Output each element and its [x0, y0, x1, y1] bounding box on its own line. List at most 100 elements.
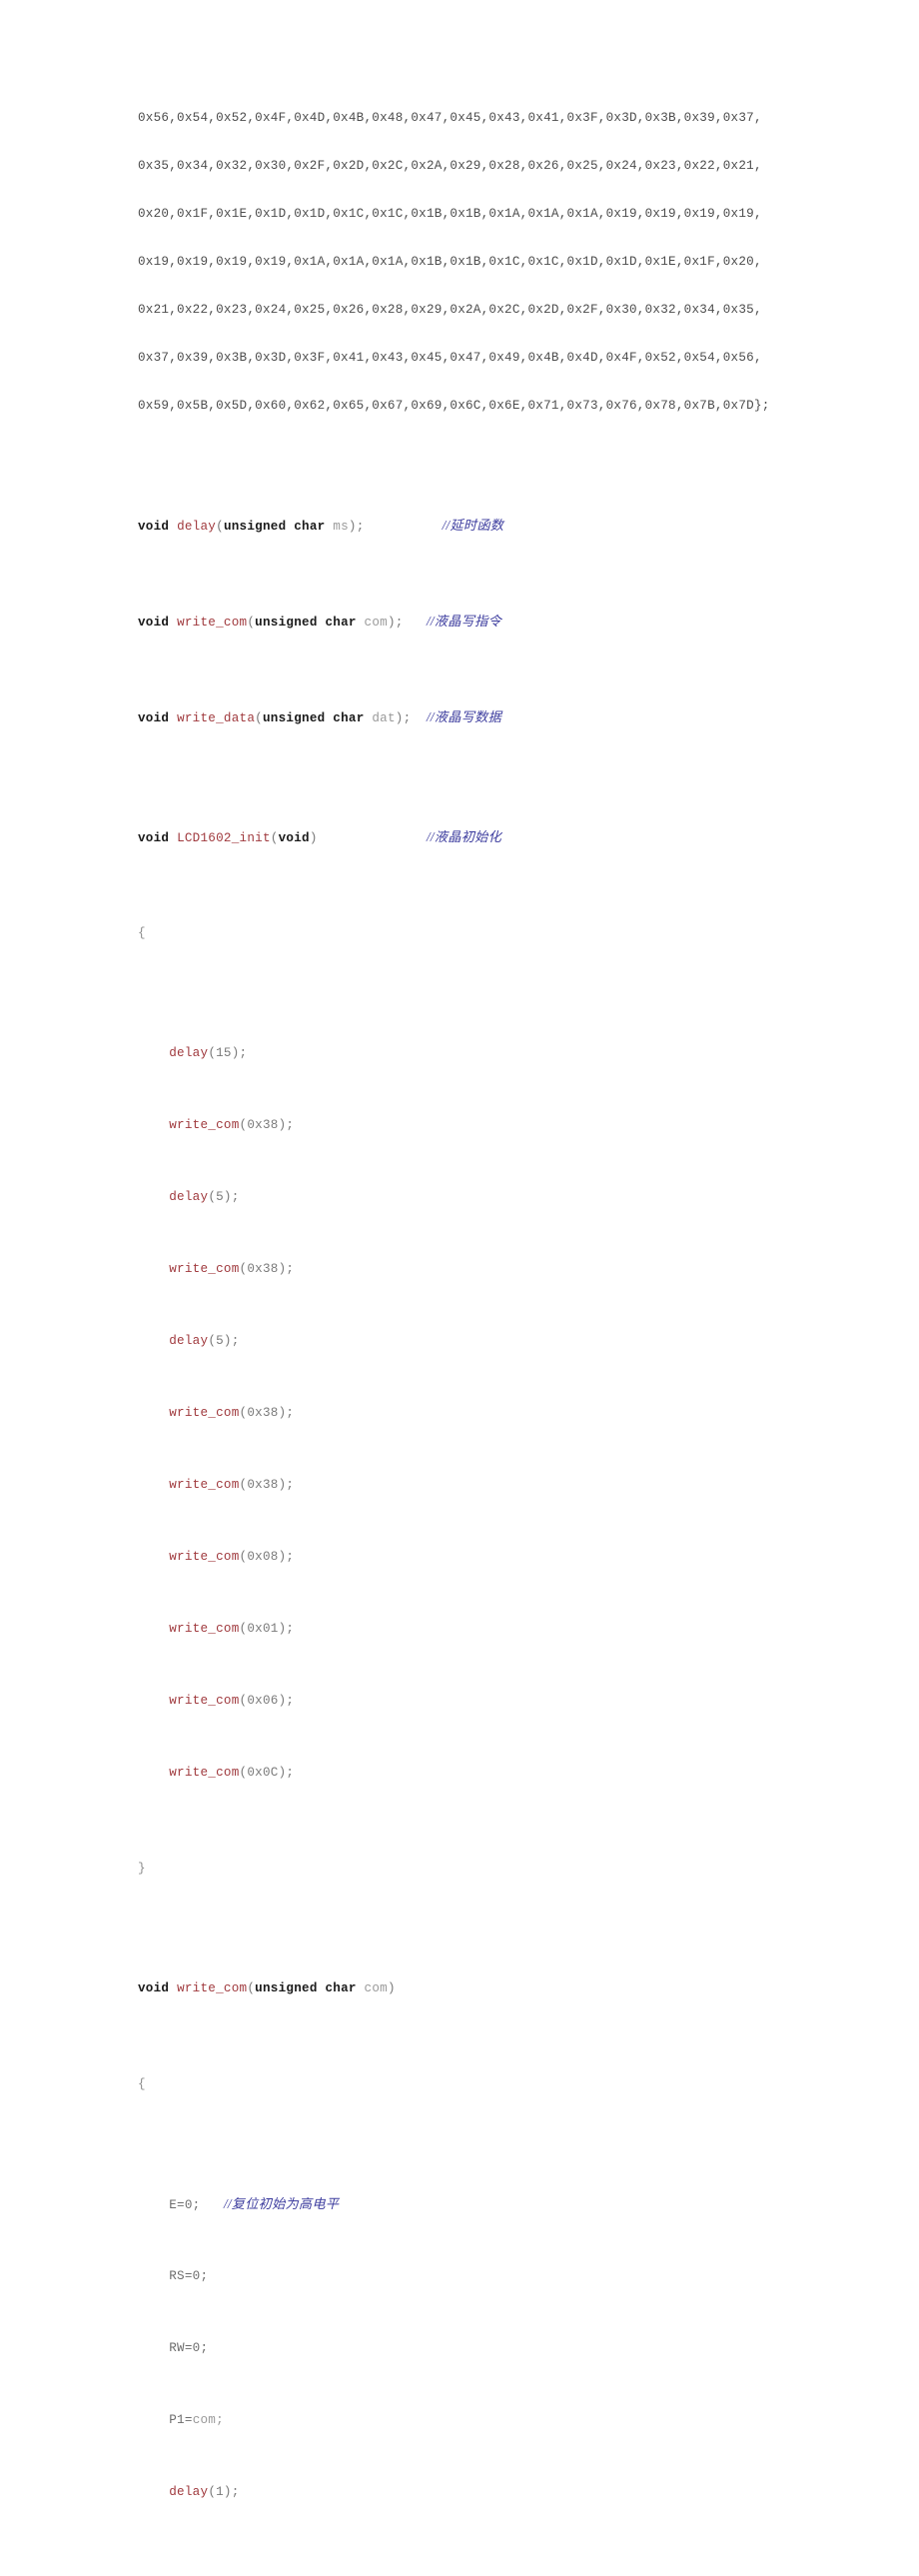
code-line-assignment: RW=0; [138, 2336, 785, 2360]
code-line-statement: write_com(0x0C); [138, 1761, 785, 1785]
code-line-close-brace: } [138, 1857, 785, 1881]
paren-close: ) [387, 1981, 396, 1995]
code-line-prototype: void delay(unsigned char ms); //延时函数 [138, 514, 785, 538]
code-line-statement: write_com(0x08); [138, 1545, 785, 1569]
function-name: write_com [177, 1981, 248, 1995]
paren-close: ) [309, 831, 318, 845]
paren-open: ( [270, 831, 279, 845]
type-unsigned-char: unsigned char [262, 711, 365, 725]
assignment-value: com; [192, 2413, 224, 2427]
statement-tail: ); [348, 520, 365, 534]
function-call-name: write_com [169, 1550, 240, 1564]
type-unsigned-char: unsigned char [255, 1981, 357, 1995]
code-line-statement: write_com(0x38); [138, 1113, 785, 1137]
statement-tail: ); [395, 711, 412, 725]
function-call-name: write_com [169, 1766, 240, 1780]
document-content: 0x56,0x54,0x52,0x4F,0x4D,0x4B,0x48,0x47,… [138, 106, 785, 2576]
parameter-name: dat [372, 711, 396, 725]
hex-data-paragraph: 0x37,0x39,0x3B,0x3D,0x3F,0x41,0x43,0x45,… [138, 351, 762, 365]
parameter-name: ms [333, 520, 349, 534]
code-line-assignment: P1=com; [138, 2408, 785, 2432]
open-brace: { [138, 2077, 146, 2091]
inline-comment: //延时函数 [442, 518, 504, 533]
code-line-statement: write_com(0x38); [138, 1473, 785, 1497]
keyword-void: void [138, 616, 170, 630]
code-line-statement: delay(5); [138, 1329, 785, 1353]
call-arguments: (0x0C); [239, 1766, 295, 1780]
code-line-function-signature: void LCD1602_init(void) //液晶初始化 [138, 825, 785, 849]
code-line-assignment: E=0; //复位初始为高电平 [138, 2192, 785, 2216]
function-call-name: write_com [169, 1622, 240, 1636]
code-line-prototype: void write_com(unsigned char com); //液晶写… [138, 610, 785, 634]
keyword-void: void [138, 1981, 170, 1995]
inline-comment: //液晶写指令 [427, 614, 502, 629]
call-arguments: (5); [208, 1334, 240, 1348]
type-unsigned-char: unsigned char [255, 616, 357, 630]
code-line-assignment: RS=0; [138, 2264, 785, 2288]
function-call-name: write_com [169, 1118, 240, 1132]
inline-comment: //液晶初始化 [427, 829, 502, 844]
inline-comment: //液晶写数据 [427, 709, 502, 724]
call-arguments: (5); [208, 1190, 240, 1204]
function-name: write_com [177, 616, 248, 630]
alignment-padding [201, 2198, 224, 2212]
call-arguments: (0x06); [239, 1694, 295, 1708]
function-call-name: delay [169, 2485, 209, 2499]
keyword-void-param: void [278, 831, 310, 845]
function-call-name: delay [169, 1334, 209, 1348]
function-call-name: write_com [169, 1478, 240, 1492]
code-line-statement: write_com(0x38); [138, 1257, 785, 1281]
type-unsigned-char: unsigned char [223, 520, 326, 534]
assignment-expression: RW=0; [169, 2341, 209, 2355]
call-arguments: (15); [208, 1046, 248, 1060]
keyword-void: void [138, 831, 170, 845]
code-block: void delay(unsigned char ms); //延时函数 voi… [138, 418, 785, 2576]
code-line-function-signature: void write_com(unsigned char com) [138, 1976, 785, 2000]
code-line-statement: write_com(0x06); [138, 1689, 785, 1713]
hex-data-paragraph: 0x59,0x5B,0x5D,0x60,0x62,0x65,0x67,0x69,… [138, 399, 770, 413]
document-page: 0x56,0x54,0x52,0x4F,0x4D,0x4B,0x48,0x47,… [0, 0, 919, 2499]
close-brace: } [138, 1862, 146, 1876]
hex-data-paragraph: 0x56,0x54,0x52,0x4F,0x4D,0x4B,0x48,0x47,… [138, 111, 762, 125]
open-brace: { [138, 926, 146, 940]
assignment-target: P1= [169, 2413, 193, 2427]
call-arguments: (0x08); [239, 1550, 295, 1564]
paren-open: ( [247, 1981, 256, 1995]
function-name: delay [177, 520, 217, 534]
function-name: write_data [177, 711, 256, 725]
keyword-void: void [138, 711, 170, 725]
hex-data-paragraph: 0x19,0x19,0x19,0x19,0x1A,0x1A,0x1A,0x1B,… [138, 255, 762, 269]
code-line-open-brace: { [138, 2072, 785, 2096]
code-line-prototype: void write_data(unsigned char dat); //液晶… [138, 705, 785, 729]
code-line-statement: delay(5); [138, 1185, 785, 1209]
code-line-statement: delay(15); [138, 1041, 785, 1065]
alignment-padding [411, 711, 427, 725]
code-line-statement: write_com(0x38); [138, 1401, 785, 1425]
function-name: LCD1602_init [177, 831, 271, 845]
code-line-open-brace: { [138, 921, 785, 945]
alignment-padding [365, 520, 443, 534]
call-arguments: (0x38); [239, 1478, 295, 1492]
call-arguments: (0x38); [239, 1118, 295, 1132]
hex-data-paragraph: 0x35,0x34,0x32,0x30,0x2F,0x2D,0x2C,0x2A,… [138, 159, 762, 173]
call-arguments: (0x38); [239, 1406, 295, 1420]
call-arguments: (1); [208, 2485, 240, 2499]
code-line-statement: delay(1); [138, 2480, 785, 2504]
hex-data-block: 0x56,0x54,0x52,0x4F,0x4D,0x4B,0x48,0x47,… [138, 106, 785, 418]
alignment-padding [318, 831, 427, 845]
alignment-padding [404, 616, 427, 630]
